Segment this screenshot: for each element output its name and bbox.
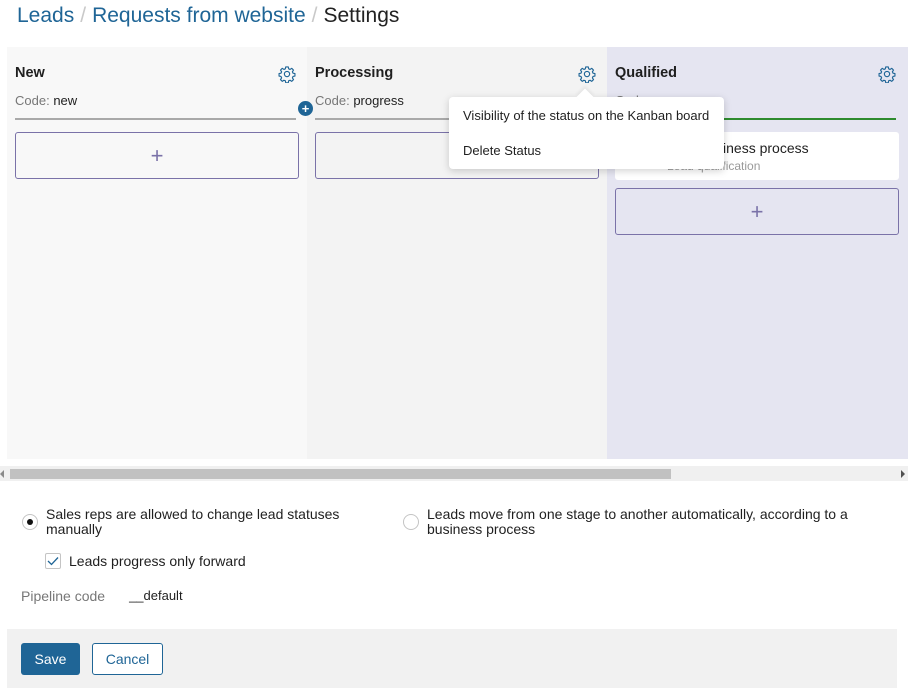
status-settings-menu: Visibility of the status on the Kanban b…: [449, 97, 724, 169]
form-footer: Save Cancel: [7, 629, 897, 688]
option-automatic[interactable]: Leads move from one stage to another aut…: [403, 507, 863, 537]
option-manual[interactable]: Sales reps are allowed to change lead st…: [22, 507, 367, 537]
code-label: Code:: [315, 93, 350, 108]
status-code: Code: progress: [315, 93, 404, 108]
save-button[interactable]: Save: [21, 643, 80, 675]
pipeline-code-value: __default: [129, 588, 183, 603]
radio-manual[interactable]: [22, 514, 38, 530]
pipeline-code: Pipeline code __default: [21, 588, 183, 604]
gear-icon[interactable]: [578, 65, 596, 83]
scroll-right-arrow-icon[interactable]: [901, 470, 905, 478]
forward-only-checkbox[interactable]: [45, 553, 61, 569]
option-automatic-label: Leads move from one stage to another aut…: [427, 506, 848, 537]
breadcrumb-separator: /: [80, 4, 87, 27]
status-divider: [15, 118, 296, 120]
cancel-button[interactable]: Cancel: [92, 643, 163, 675]
code-value: new: [53, 93, 78, 108]
gear-icon[interactable]: [878, 65, 896, 83]
scrollbar-thumb[interactable]: [10, 469, 671, 479]
menu-item-delete-status[interactable]: Delete Status: [463, 143, 541, 158]
scroll-left-arrow-icon[interactable]: [0, 470, 4, 478]
code-value: progress: [353, 93, 404, 108]
status-title: Processing: [315, 65, 394, 81]
checkmark-icon: [47, 557, 59, 566]
status-title: Qualified: [615, 65, 678, 81]
add-item-button[interactable]: +: [15, 132, 299, 179]
horizontal-scrollbar[interactable]: [0, 466, 908, 481]
page-title: Settings: [323, 4, 400, 27]
breadcrumb-separator: /: [311, 4, 318, 27]
forward-only-checkbox-row[interactable]: Leads progress only forward: [45, 553, 246, 569]
insert-status-button[interactable]: +: [298, 101, 313, 116]
status-code: Code: new: [15, 93, 77, 108]
menu-item-visibility[interactable]: Visibility of the status on the Kanban b…: [463, 108, 709, 123]
breadcrumb-pipeline-link[interactable]: Requests from website: [92, 4, 306, 28]
code-label: Code:: [15, 93, 50, 108]
add-item-button[interactable]: +: [615, 188, 899, 235]
breadcrumb-leads-link[interactable]: Leads: [17, 4, 74, 28]
breadcrumb: Leads / Requests from website / Settings: [17, 4, 399, 28]
forward-only-label: Leads progress only forward: [69, 553, 246, 569]
pipeline-code-label: Pipeline code: [21, 588, 106, 604]
status-column-new: New Code: new +: [7, 47, 307, 459]
status-title: New: [15, 65, 45, 81]
radio-automatic[interactable]: [403, 514, 419, 530]
gear-icon[interactable]: [278, 65, 296, 83]
option-manual-label: Sales reps are allowed to change lead st…: [46, 506, 340, 537]
